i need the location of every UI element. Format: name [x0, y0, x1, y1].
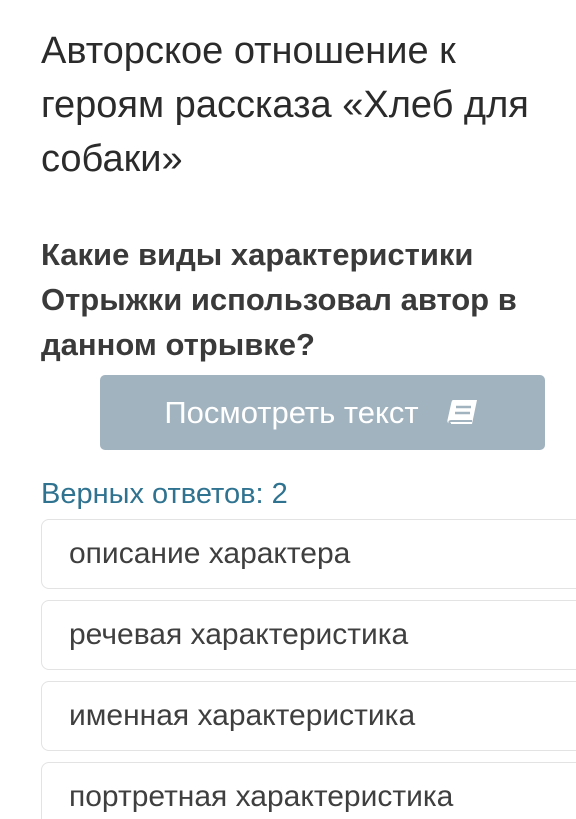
- page-title: Авторское отношение к героям рассказа «Х…: [41, 30, 529, 180]
- answer-option[interactable]: речевая характеристика: [41, 600, 576, 670]
- question-text: Какие виды характеристики Отрыжки исполь…: [41, 232, 576, 367]
- correct-answers-count: Верных ответов: 2: [41, 478, 288, 510]
- view-text-label: Посмотреть текст: [164, 394, 419, 430]
- answer-option[interactable]: описание характера: [41, 519, 576, 589]
- answer-option[interactable]: именная характеристика: [41, 681, 576, 751]
- answer-option[interactable]: портретная характеристика: [41, 762, 576, 819]
- question-line: Отрыжки использовал автор в: [41, 282, 517, 317]
- answer-options: описание характера речевая характеристик…: [41, 519, 576, 819]
- question-line: данном отрывке?: [41, 327, 315, 362]
- book-icon: [445, 397, 481, 429]
- question-line: Какие виды характеристики: [41, 237, 474, 272]
- view-text-button[interactable]: Посмотреть текст: [100, 375, 545, 450]
